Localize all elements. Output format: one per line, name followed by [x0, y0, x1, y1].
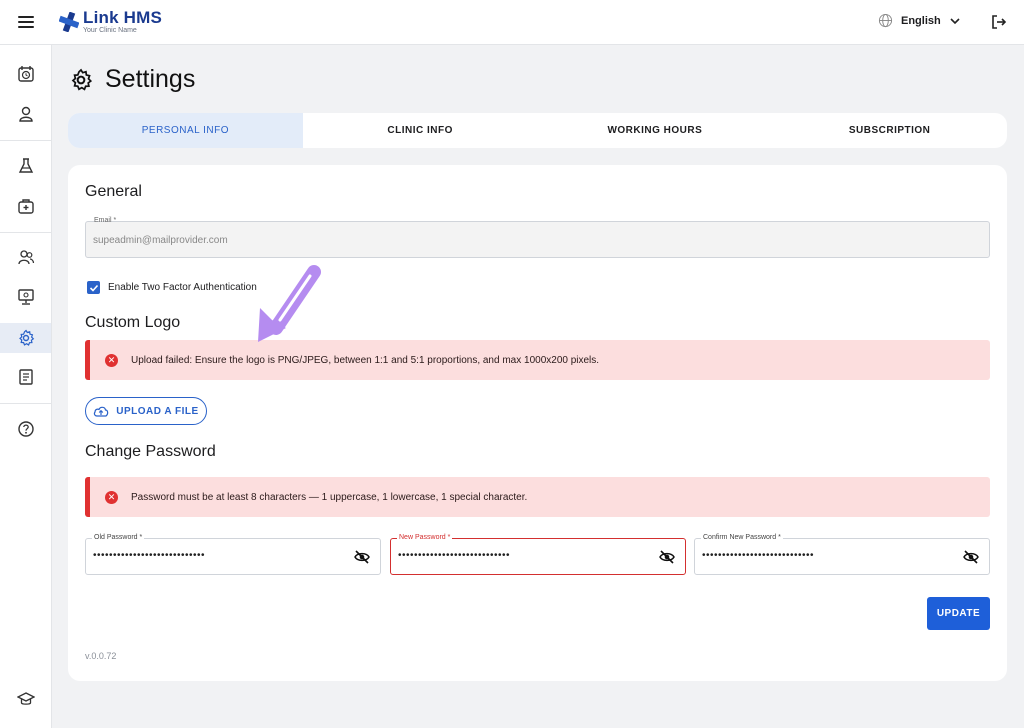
logo-error-text: Upload failed: Ensure the logo is PNG/JP… — [131, 354, 600, 366]
eye-off-icon[interactable] — [354, 549, 370, 565]
two-factor-checkbox[interactable] — [87, 281, 100, 294]
two-factor-checkbox-row[interactable]: Enable Two Factor Authentication — [87, 281, 257, 294]
email-value: supeadmin@mailprovider.com — [93, 235, 228, 246]
tab-subscription[interactable]: SUBSCRIPTION — [772, 113, 1007, 148]
users-icon[interactable] — [16, 247, 36, 267]
app-logo[interactable]: Link HMS Your Clinic Name — [58, 8, 163, 34]
confirm-password-value[interactable]: •••••••••••••••••••••••••••• — [702, 550, 814, 561]
two-factor-label: Enable Two Factor Authentication — [108, 282, 257, 293]
upload-file-label: UPLOAD A FILE — [116, 405, 199, 417]
confirm-password-field[interactable]: Confirm New Password * •••••••••••••••••… — [694, 534, 990, 575]
change-password-title: Change Password — [85, 443, 216, 460]
calendar-clock-icon[interactable] — [16, 64, 36, 84]
language-label: English — [901, 14, 941, 27]
new-password-value[interactable]: •••••••••••••••••••••••••••• — [398, 550, 510, 561]
eye-off-icon[interactable] — [659, 549, 675, 565]
cloud-upload-icon — [94, 406, 109, 417]
annotation-arrow-icon — [258, 265, 321, 342]
tab-personal-info[interactable]: PERSONAL INFO — [68, 113, 303, 148]
custom-logo-title: Custom Logo — [85, 314, 181, 331]
page-header: Settings — [69, 65, 195, 94]
app-name: Link HMS — [83, 8, 163, 27]
error-icon: ✕ — [105, 353, 118, 367]
globe-icon — [878, 13, 893, 28]
settings-tabs: PERSONAL INFO CLINIC INFO WORKING HOURS … — [68, 113, 1007, 148]
top-bar: Link HMS Your Clinic Name English — [0, 0, 1024, 45]
report-icon[interactable] — [16, 367, 36, 387]
confirm-password-label: Confirm New Password * — [701, 534, 783, 541]
new-password-label: New Password * — [397, 534, 453, 541]
sidebar — [0, 45, 52, 728]
new-password-field[interactable]: New Password * •••••••••••••••••••••••••… — [390, 534, 686, 575]
error-icon: ✕ — [105, 490, 118, 504]
logo-error-alert: ✕ Upload failed: Ensure the logo is PNG/… — [85, 340, 990, 380]
graduation-cap-icon[interactable] — [16, 689, 36, 709]
gear-icon[interactable] — [16, 328, 36, 348]
chevron-down-icon — [950, 17, 960, 24]
email-label: Email * — [94, 217, 117, 224]
password-error-alert: ✕ Password must be at least 8 characters… — [85, 477, 990, 517]
tab-working-hours[interactable]: WORKING HOURS — [538, 113, 773, 148]
language-selector[interactable]: English — [878, 13, 961, 28]
old-password-value[interactable]: •••••••••••••••••••••••••••• — [93, 550, 205, 561]
menu-icon[interactable] — [18, 14, 34, 30]
clinic-name: Your Clinic Name — [83, 27, 137, 34]
user-icon[interactable] — [16, 104, 36, 124]
check-icon — [89, 284, 98, 292]
monitor-icon[interactable] — [16, 287, 36, 307]
tab-clinic-info[interactable]: CLINIC INFO — [303, 113, 538, 148]
help-icon[interactable] — [16, 419, 36, 439]
flask-icon[interactable] — [16, 156, 36, 176]
settings-gear-icon — [71, 68, 93, 91]
email-field: Email * supeadmin@mailprovider.com — [85, 217, 990, 258]
logo-cross-icon — [58, 11, 80, 33]
eye-off-icon[interactable] — [963, 549, 979, 565]
password-error-text: Password must be at least 8 characters —… — [131, 491, 528, 503]
version-label: v.0.0.72 — [85, 651, 117, 661]
upload-file-button[interactable]: UPLOAD A FILE — [85, 397, 207, 425]
medical-kit-icon[interactable] — [16, 196, 36, 216]
page-title: Settings — [105, 65, 196, 93]
old-password-label: Old Password * — [92, 534, 145, 541]
update-button[interactable]: UPDATE — [927, 597, 990, 630]
logout-icon[interactable] — [991, 14, 1007, 30]
old-password-field[interactable]: Old Password * •••••••••••••••••••••••••… — [85, 534, 381, 575]
general-title: General — [85, 183, 142, 200]
